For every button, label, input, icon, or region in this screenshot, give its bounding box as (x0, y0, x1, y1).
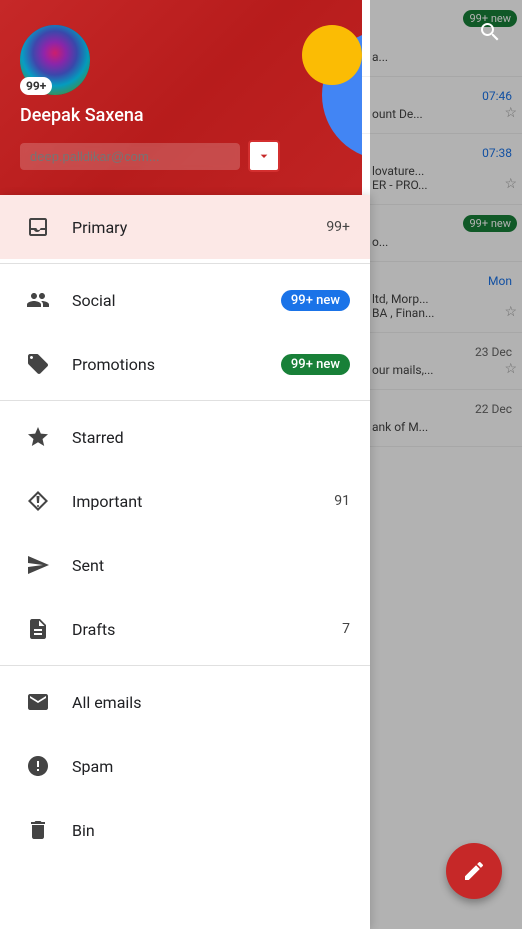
sidebar-item-primary[interactable]: Primary 99+ (0, 195, 370, 259)
sidebar-item-label: Important (72, 492, 334, 511)
sidebar-item-count: 99+ (326, 219, 350, 235)
important-icon (20, 483, 56, 519)
email-field[interactable] (20, 143, 240, 170)
sidebar-item-label: Promotions (72, 355, 281, 374)
sidebar-item-label: Primary (72, 218, 326, 237)
all-emails-icon (20, 684, 56, 720)
divider (0, 263, 370, 264)
sidebar-item-promotions[interactable]: Promotions 99+ new (0, 332, 370, 396)
sidebar-item-label: Spam (72, 757, 350, 776)
sidebar-item-all-emails[interactable]: All emails (0, 670, 370, 734)
sidebar-item-starred[interactable]: Starred (0, 405, 370, 469)
promotions-icon (20, 346, 56, 382)
new-badge-blue: 99+ new (281, 290, 350, 311)
sidebar-item-count: 91 (334, 493, 350, 509)
spam-icon (20, 748, 56, 784)
inbox-icon (20, 209, 56, 245)
compose-fab[interactable] (446, 843, 502, 899)
sidebar-item-label: Drafts (72, 620, 342, 639)
sidebar-item-social[interactable]: Social 99+ new (0, 268, 370, 332)
sidebar-item-label: Social (72, 291, 281, 310)
sidebar-item-count: 7 (342, 621, 350, 637)
sidebar-item-label: Bin (72, 821, 350, 840)
email-field-container (20, 140, 280, 172)
sidebar-item-label: All emails (72, 693, 350, 712)
bin-icon (20, 812, 56, 848)
sidebar-item-bin[interactable]: Bin (0, 798, 370, 862)
sidebar-item-important[interactable]: Important 91 (0, 469, 370, 533)
drafts-icon (20, 611, 56, 647)
overlay-dim (370, 0, 522, 929)
avatar-container[interactable]: 99+ (20, 25, 90, 95)
sidebar-item-drafts[interactable]: Drafts 7 (0, 597, 370, 661)
sidebar-drawer: Primary 99+ Social 99+ new Promotions 99… (0, 195, 370, 929)
shape-yellow (302, 25, 362, 85)
social-icon (20, 282, 56, 318)
avatar-badge: 99+ (20, 77, 52, 95)
sidebar-item-label: Sent (72, 556, 350, 575)
search-icon[interactable] (478, 20, 502, 50)
sidebar-item-spam[interactable]: Spam (0, 734, 370, 798)
star-icon (20, 419, 56, 455)
new-badge-green: 99+ new (281, 354, 350, 375)
divider (0, 665, 370, 666)
sent-icon (20, 547, 56, 583)
user-name: Deepak Saxena (20, 105, 144, 126)
divider (0, 400, 370, 401)
sidebar-item-label: Starred (72, 428, 350, 447)
sidebar-item-sent[interactable]: Sent (0, 533, 370, 597)
account-dropdown-button[interactable] (248, 140, 280, 172)
